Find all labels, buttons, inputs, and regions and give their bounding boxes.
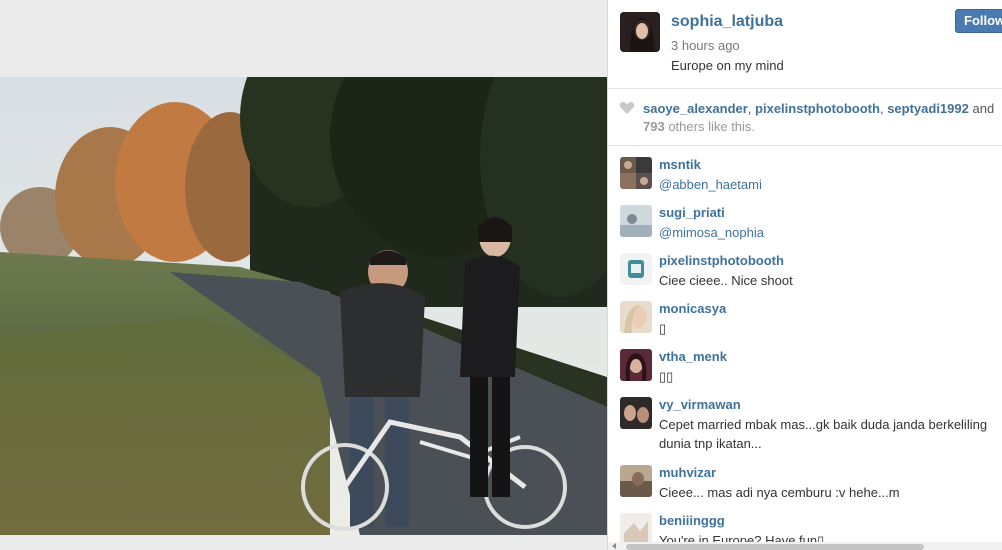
comment-username[interactable]: pixelinstphotobooth: [659, 253, 784, 268]
comment-text: Cieee... mas adi nya cemburu :v hehe...m: [659, 485, 900, 500]
comment-text[interactable]: @abben_haetami: [659, 175, 999, 194]
post-timestamp[interactable]: 3 hours ago: [671, 38, 740, 53]
owner-avatar[interactable]: [620, 12, 660, 52]
comment-text: Ciee cieee.. Nice shoot: [659, 273, 793, 288]
comment-item: msntik @abben_haetami: [608, 147, 1002, 195]
post-photo[interactable]: [0, 77, 607, 535]
like-user-link[interactable]: saoye_alexander: [643, 101, 748, 116]
likes-others-text: others like this.: [668, 119, 756, 134]
post-side-panel: sophia_latjuba 3 hours ago Europe on my …: [607, 0, 1002, 550]
likes-and: and: [972, 101, 995, 116]
comment-username[interactable]: vtha_menk: [659, 349, 727, 364]
comments-list: msntik @abben_haetami sugi_priati @mimos…: [608, 147, 1002, 550]
comment-text: ▯▯: [659, 369, 674, 384]
comment-username[interactable]: beniiinggg: [659, 513, 725, 528]
comment-item: vy_virmawan Cepet married mbak mas...gk …: [608, 387, 1002, 455]
commenter-avatar[interactable]: [620, 465, 652, 497]
horizontal-scrollbar[interactable]: [608, 542, 1002, 550]
post-caption: Europe on my mind: [671, 58, 784, 73]
commenter-avatar[interactable]: [620, 205, 652, 237]
likes-section: saoye_alexander, pixelinstphotobooth, se…: [608, 88, 1002, 146]
comment-username[interactable]: sugi_priati: [659, 205, 725, 220]
follow-button[interactable]: Follow: [955, 9, 1002, 33]
post-photo-image: [0, 77, 607, 535]
comment-username[interactable]: muhvizar: [659, 465, 716, 480]
commenter-avatar[interactable]: [620, 349, 652, 381]
like-user-link[interactable]: pixelinstphotobooth: [755, 101, 880, 116]
comment-item: sugi_priati @mimosa_nophia: [608, 195, 1002, 243]
commenter-avatar[interactable]: [620, 253, 652, 285]
comment-username[interactable]: vy_virmawan: [659, 397, 741, 412]
comment-item: pixelinstphotobooth Ciee cieee.. Nice sh…: [608, 243, 1002, 291]
comment-text: ▯: [659, 321, 667, 336]
likes-count-number[interactable]: 793: [643, 119, 665, 134]
comment-username[interactable]: monicasya: [659, 301, 726, 316]
commenter-avatar[interactable]: [620, 157, 652, 189]
scroll-left-arrow-icon[interactable]: [612, 543, 616, 549]
commenter-avatar[interactable]: [620, 513, 652, 545]
photo-pane: [0, 0, 607, 550]
scrollbar-thumb[interactable]: [626, 544, 924, 550]
like-user-link[interactable]: septyadi1992: [887, 101, 969, 116]
comment-text: Cepet married mbak mas...gk baik duda ja…: [659, 417, 988, 451]
comment-item: muhvizar Cieee... mas adi nya cemburu :v…: [608, 455, 1002, 503]
comment-item: vtha_menk ▯▯: [608, 339, 1002, 387]
post-header: sophia_latjuba 3 hours ago Europe on my …: [608, 0, 1002, 87]
likes-count: 793 others like this.: [643, 119, 755, 134]
comment-text[interactable]: @mimosa_nophia: [659, 223, 999, 242]
heart-icon[interactable]: [619, 101, 635, 115]
commenter-avatar[interactable]: [620, 397, 652, 429]
commenter-avatar[interactable]: [620, 301, 652, 333]
comment-username[interactable]: msntik: [659, 157, 701, 172]
likes-users: saoye_alexander, pixelinstphotobooth, se…: [643, 101, 995, 116]
comment-item: monicasya ▯: [608, 291, 1002, 339]
owner-username[interactable]: sophia_latjuba: [671, 13, 783, 31]
